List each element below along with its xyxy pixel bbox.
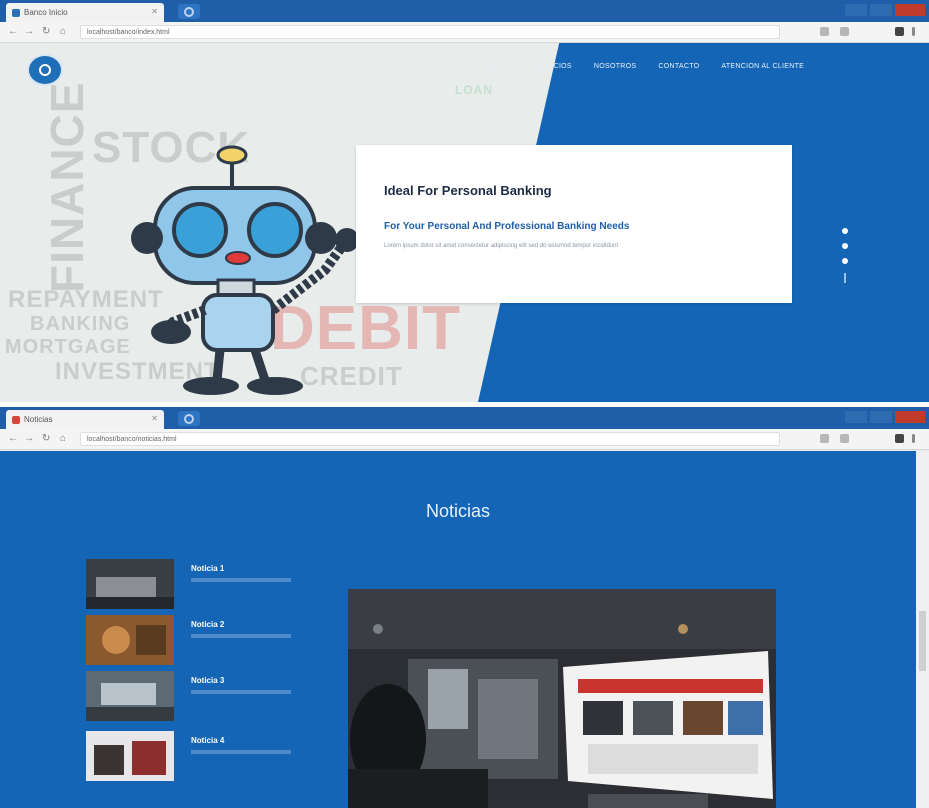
news-title[interactable]: Noticia 4 xyxy=(191,736,224,745)
close-window-button[interactable] xyxy=(895,411,925,423)
nav-link-atencion[interactable]: ATENCION AL CLIENTE xyxy=(721,63,804,70)
tab-favicon-icon xyxy=(12,8,20,17)
slider-dot[interactable] xyxy=(842,228,848,234)
nav-link-nosotros[interactable]: NOSOTROS xyxy=(594,63,636,70)
reload-icon[interactable]: ↻ xyxy=(42,26,50,37)
bg-word: LOAN xyxy=(455,83,493,97)
forward-icon[interactable]: → xyxy=(24,26,34,37)
slider-dot[interactable] xyxy=(842,243,848,249)
menu-icon[interactable] xyxy=(912,27,915,36)
nav-link-inicio[interactable]: INICIO xyxy=(486,63,509,70)
nav-link-contacto[interactable]: CONTACTO xyxy=(658,63,699,70)
news-excerpt-line xyxy=(191,690,291,694)
address-bar[interactable]: localhost/banco/index.html xyxy=(80,25,780,39)
news-thumbnail[interactable] xyxy=(86,615,174,665)
browser-toolbar: ← → ↻ ⌂ localhost/banco/noticias.html xyxy=(0,429,929,450)
news-item[interactable]: Noticia 2 xyxy=(86,615,346,665)
forward-icon[interactable]: → xyxy=(24,433,34,444)
menu-icon[interactable] xyxy=(912,434,915,443)
address-bar[interactable]: localhost/banco/noticias.html xyxy=(80,432,780,446)
news-thumbnail[interactable] xyxy=(86,559,174,609)
new-tab-icon xyxy=(184,6,194,17)
close-window-button[interactable] xyxy=(895,4,925,16)
page-scrollbar[interactable] xyxy=(916,451,929,808)
news-title[interactable]: Noticia 3 xyxy=(191,676,224,685)
back-icon[interactable]: ← xyxy=(8,433,18,444)
profile-icon[interactable] xyxy=(895,27,904,36)
star-icon[interactable] xyxy=(820,434,829,443)
tab-title: Banco Inicio xyxy=(24,8,68,17)
browser-toolbar: ← → ↻ ⌂ localhost/banco/index.html xyxy=(0,22,929,43)
news-thumbnail[interactable] xyxy=(86,731,174,781)
hero-subtitle: For Your Personal And Professional Banki… xyxy=(384,221,630,232)
news-title[interactable]: Noticia 1 xyxy=(191,564,224,573)
maximize-button[interactable] xyxy=(870,4,892,16)
minimize-button[interactable] xyxy=(845,411,867,423)
screenshot-home: Banco Inicio ✕ ← → ↻ ⌂ localhost/banco/i… xyxy=(0,0,929,402)
screenshot-news: Noticias ✕ ← → ↻ ⌂ localhost/banco/notic… xyxy=(0,407,929,808)
home-icon[interactable]: ⌂ xyxy=(60,433,66,444)
browser-tab-bar: Noticias ✕ xyxy=(0,407,929,429)
hero-body: Lorem ipsum dolor sit amet consectetur a… xyxy=(384,243,619,249)
star-icon[interactable] xyxy=(820,27,829,36)
window-controls xyxy=(845,411,925,423)
browser-tab-bar: Banco Inicio ✕ xyxy=(0,0,929,22)
featured-news-image[interactable] xyxy=(348,589,776,808)
hero-card: Ideal For Personal Banking For Your Pers… xyxy=(356,145,792,303)
extension-icon[interactable] xyxy=(840,434,849,443)
new-tab-button[interactable] xyxy=(178,4,200,19)
reload-icon[interactable]: ↻ xyxy=(42,433,50,444)
tab-close-icon[interactable]: ✕ xyxy=(151,414,158,423)
news-item[interactable]: Noticia 4 xyxy=(86,731,346,781)
news-title[interactable]: Noticia 2 xyxy=(191,620,224,629)
slider-dots xyxy=(842,228,848,283)
slider-dot[interactable] xyxy=(842,258,848,264)
logo-icon[interactable] xyxy=(27,54,63,86)
browser-tab[interactable]: Banco Inicio ✕ xyxy=(6,3,164,22)
logo-mark xyxy=(39,64,51,76)
window-controls xyxy=(845,4,925,16)
new-tab-icon xyxy=(184,413,194,424)
section-title: Noticias xyxy=(425,501,491,521)
tab-favicon-icon xyxy=(12,415,20,424)
news-section: Noticias Noticia 1 Noticia 2 Noticia 3 N… xyxy=(0,451,916,808)
profile-icon[interactable] xyxy=(895,434,904,443)
slider-indicator xyxy=(844,273,846,283)
news-excerpt-line xyxy=(191,634,291,638)
minimize-button[interactable] xyxy=(845,4,867,16)
bg-word: FINANCE xyxy=(41,81,93,293)
news-excerpt-line xyxy=(191,578,291,582)
nav-link-servicios[interactable]: SERVICIOS xyxy=(531,63,572,70)
hero-title: Ideal For Personal Banking xyxy=(384,183,552,198)
extension-icon[interactable] xyxy=(840,27,849,36)
tab-close-icon[interactable]: ✕ xyxy=(151,7,158,16)
new-tab-button[interactable] xyxy=(178,411,200,426)
bg-word: MORTGAGE xyxy=(5,336,131,358)
browser-tab[interactable]: Noticias ✕ xyxy=(6,410,164,429)
news-item[interactable]: Noticia 1 xyxy=(86,559,346,609)
robot-mascot xyxy=(131,145,359,395)
home-icon[interactable]: ⌂ xyxy=(60,26,66,37)
news-thumbnail[interactable] xyxy=(86,671,174,721)
main-nav: INICIO SERVICIOS NOSOTROS CONTACTO ATENC… xyxy=(486,63,804,70)
maximize-button[interactable] xyxy=(870,411,892,423)
scrollbar-thumb[interactable] xyxy=(919,611,926,671)
bg-word: BANKING xyxy=(30,313,131,335)
news-item[interactable]: Noticia 3 xyxy=(86,671,346,721)
news-excerpt-line xyxy=(191,750,291,754)
tab-title: Noticias xyxy=(24,415,53,424)
back-icon[interactable]: ← xyxy=(8,26,18,37)
